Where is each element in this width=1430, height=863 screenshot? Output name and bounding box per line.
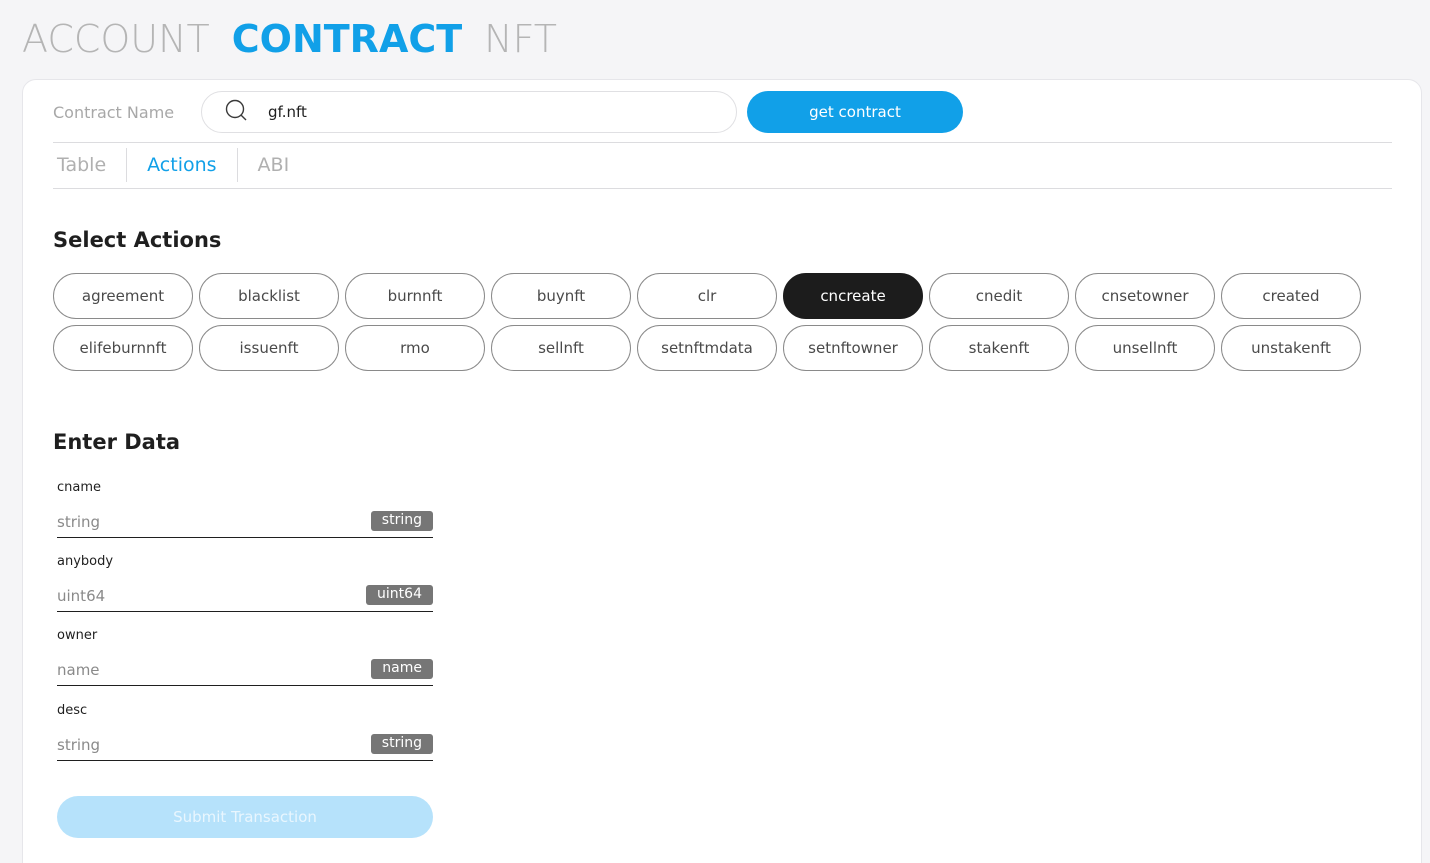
action-pill-buynft[interactable]: buynft <box>491 273 631 319</box>
action-pill-sellnft[interactable]: sellnft <box>491 325 631 371</box>
action-pill-setnftowner[interactable]: setnftowner <box>783 325 923 371</box>
contract-name-row: Contract Name get contract <box>53 91 963 133</box>
submit-transaction-button[interactable]: Submit Transaction <box>57 796 433 838</box>
action-pill-issuenft[interactable]: issuenft <box>199 325 339 371</box>
action-pill-unstakenft[interactable]: unstakenft <box>1221 325 1361 371</box>
action-pill-clr[interactable]: clr <box>637 273 777 319</box>
action-pill-blacklist[interactable]: blacklist <box>199 273 339 319</box>
tab-actions[interactable]: Actions <box>127 148 236 182</box>
action-pill-created[interactable]: created <box>1221 273 1361 319</box>
contract-tabs: Table Actions ABI <box>53 148 309 182</box>
action-pill-cnedit[interactable]: cnedit <box>929 273 1069 319</box>
field-input-row: string <box>57 733 433 761</box>
action-pill-setnftmdata[interactable]: setnftmdata <box>637 325 777 371</box>
tab-table[interactable]: Table <box>53 148 126 182</box>
field-input-row: name <box>57 658 433 686</box>
desc-input[interactable] <box>57 735 337 758</box>
nav-nft[interactable]: NFT <box>484 16 557 62</box>
divider <box>53 188 1392 189</box>
contract-card: Contract Name get contract Table Actions… <box>22 79 1422 863</box>
field-owner: owner name <box>57 628 433 686</box>
action-pill-unsellnft[interactable]: unsellnft <box>1075 325 1215 371</box>
field-cname: cname string <box>57 480 433 538</box>
field-anybody: anybody uint64 <box>57 554 433 612</box>
action-pill-burnnft[interactable]: burnnft <box>345 273 485 319</box>
nav-contract[interactable]: CONTRACT <box>232 16 462 62</box>
search-icon <box>224 98 248 126</box>
actions-grid: agreement blacklist burnnft buynft clr cncrea… <box>53 273 1361 371</box>
contract-name-input[interactable] <box>268 103 708 121</box>
field-label: owner <box>57 628 98 643</box>
type-badge: uint64 <box>366 584 433 605</box>
cname-input[interactable] <box>57 512 337 535</box>
field-label: cname <box>57 480 102 495</box>
field-input-row: string <box>57 510 433 538</box>
action-pill-cnsetowner[interactable]: cnsetowner <box>1075 273 1215 319</box>
contract-search-box[interactable] <box>201 91 737 133</box>
field-label: anybody <box>57 554 114 569</box>
field-label: desc <box>57 703 88 718</box>
divider <box>53 142 1392 143</box>
type-badge: name <box>371 658 433 679</box>
enter-data-title: Enter Data <box>53 430 181 454</box>
action-pill-cncreate[interactable]: cncreate <box>783 273 923 319</box>
select-actions-title: Select Actions <box>53 228 222 252</box>
action-pill-elifeburnnft[interactable]: elifeburnnft <box>53 325 193 371</box>
field-input-row: uint64 <box>57 584 433 612</box>
anybody-input[interactable] <box>57 586 337 609</box>
type-badge: string <box>370 733 433 754</box>
action-pill-stakenft[interactable]: stakenft <box>929 325 1069 371</box>
owner-input[interactable] <box>57 660 337 683</box>
type-badge: string <box>370 510 433 531</box>
get-contract-button[interactable]: get contract <box>747 91 963 133</box>
nav-account[interactable]: ACCOUNT <box>22 16 210 62</box>
contract-name-label: Contract Name <box>53 102 175 122</box>
field-desc: desc string <box>57 703 433 761</box>
tab-abi[interactable]: ABI <box>238 148 310 182</box>
action-pill-rmo[interactable]: rmo <box>345 325 485 371</box>
action-pill-agreement[interactable]: agreement <box>53 273 193 319</box>
top-nav: ACCOUNT CONTRACT NFT <box>22 16 557 62</box>
